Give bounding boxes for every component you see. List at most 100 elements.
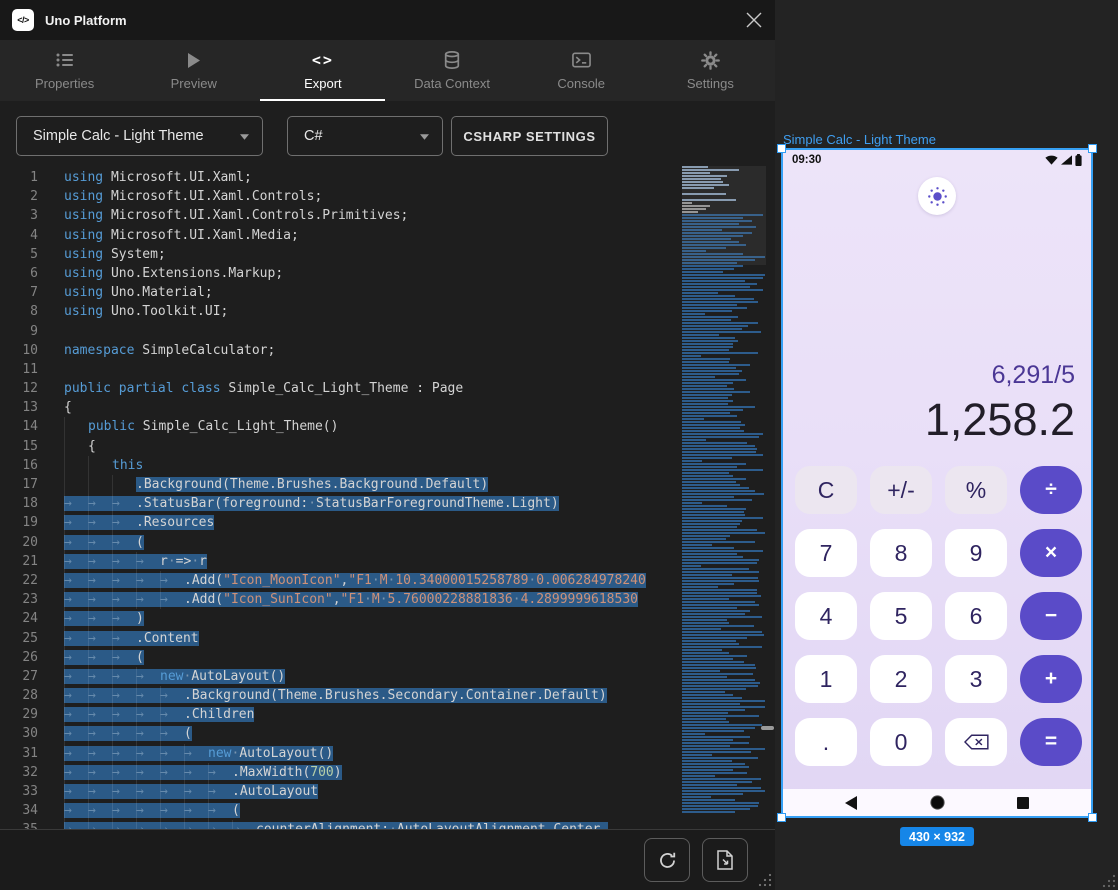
line-number: 30 bbox=[0, 724, 38, 743]
code-line[interactable]: 7using Uno.Material; bbox=[0, 283, 680, 302]
code-line[interactable]: 9 bbox=[0, 322, 680, 341]
key-−[interactable]: − bbox=[1020, 592, 1082, 640]
key-2[interactable]: 2 bbox=[870, 655, 932, 703]
code-line[interactable]: 25→→→.Content bbox=[0, 629, 680, 648]
code-line[interactable]: 20→→→( bbox=[0, 533, 680, 552]
code-line[interactable]: 24→→→) bbox=[0, 609, 680, 628]
key-6[interactable]: 6 bbox=[945, 592, 1007, 640]
tab-data-context[interactable]: Data Context bbox=[387, 40, 516, 101]
minimap-line bbox=[682, 769, 733, 771]
minimap-line bbox=[682, 478, 746, 480]
code-line[interactable]: 4using Microsoft.UI.Xaml.Media; bbox=[0, 226, 680, 245]
key-%[interactable]: % bbox=[945, 466, 1007, 514]
minimap-line bbox=[682, 367, 736, 369]
code-editor[interactable]: 1using Microsoft.UI.Xaml;2using Microsof… bbox=[0, 166, 775, 830]
minimap-line bbox=[682, 406, 755, 408]
key-3[interactable]: 3 bbox=[945, 655, 1007, 703]
key-4[interactable]: 4 bbox=[795, 592, 857, 640]
minimap-line bbox=[682, 481, 736, 483]
code-line[interactable]: 26→→→( bbox=[0, 648, 680, 667]
selection-handle-bottom-left[interactable] bbox=[777, 813, 786, 822]
code-line[interactable]: 2using Microsoft.UI.Xaml.Controls; bbox=[0, 187, 680, 206]
key-1[interactable]: 1 bbox=[795, 655, 857, 703]
selection-handle-bottom-right[interactable] bbox=[1088, 813, 1097, 822]
code-line[interactable]: 31→→→→→→new·AutoLayout() bbox=[0, 744, 680, 763]
code-line[interactable]: 32→→→→→→→.MaxWidth(700) bbox=[0, 763, 680, 782]
code-line[interactable]: 17.Background(Theme.Brushes.Background.D… bbox=[0, 475, 680, 494]
home-icon[interactable] bbox=[930, 795, 945, 810]
resize-grip-icon[interactable] bbox=[758, 873, 772, 887]
recents-icon[interactable] bbox=[1017, 797, 1029, 809]
refresh-button[interactable] bbox=[644, 838, 690, 882]
key-÷[interactable]: ÷ bbox=[1020, 466, 1082, 514]
key-C[interactable]: C bbox=[795, 466, 857, 514]
theme-dropdown[interactable]: Simple Calc - Light Theme bbox=[16, 116, 263, 156]
code-line[interactable]: 12public partial class Simple_Calc_Light… bbox=[0, 379, 680, 398]
selection-handle-top-right[interactable] bbox=[1088, 144, 1097, 153]
code-line[interactable]: 14public Simple_Calc_Light_Theme() bbox=[0, 417, 680, 436]
selection-handle-top-left[interactable] bbox=[777, 144, 786, 153]
back-icon[interactable] bbox=[845, 796, 857, 810]
minimap-line bbox=[682, 715, 759, 717]
code-line[interactable]: 35→→→→→→→→counterAlignment:·AutoLayoutAl… bbox=[0, 820, 680, 830]
key-.[interactable]: . bbox=[795, 718, 857, 766]
scrollbar-thumb[interactable] bbox=[761, 726, 774, 730]
sun-icon bbox=[927, 186, 948, 207]
key-+/-[interactable]: +/- bbox=[870, 466, 932, 514]
key-backspace[interactable] bbox=[945, 718, 1007, 766]
key-7[interactable]: 7 bbox=[795, 529, 857, 577]
code-line[interactable]: 3using Microsoft.UI.Xaml.Controls.Primit… bbox=[0, 206, 680, 225]
key-0[interactable]: 0 bbox=[870, 718, 932, 766]
key-8[interactable]: 8 bbox=[870, 529, 932, 577]
key-9[interactable]: 9 bbox=[945, 529, 1007, 577]
code-line[interactable]: 19→→→.Resources bbox=[0, 513, 680, 532]
code-line[interactable]: 30→→→→→( bbox=[0, 724, 680, 743]
phone-preview[interactable]: 09:30 6,291/5 1,258.2 C+/-%÷789×456−123+… bbox=[781, 148, 1093, 818]
tab-preview[interactable]: Preview bbox=[129, 40, 258, 101]
key-5[interactable]: 5 bbox=[870, 592, 932, 640]
code-line[interactable]: 5using System; bbox=[0, 245, 680, 264]
close-icon[interactable] bbox=[745, 11, 763, 29]
code-line[interactable]: 11 bbox=[0, 360, 680, 379]
csharp-settings-button[interactable]: CSHARP SETTINGS bbox=[451, 116, 608, 156]
minimap-line bbox=[682, 793, 743, 795]
theme-toggle-button[interactable] bbox=[918, 177, 956, 215]
code-line[interactable]: 33→→→→→→→.AutoLayout bbox=[0, 782, 680, 801]
code-line[interactable]: 16this bbox=[0, 456, 680, 475]
minimap-viewport[interactable] bbox=[682, 166, 766, 265]
key-+[interactable]: + bbox=[1020, 655, 1082, 703]
line-number: 1 bbox=[0, 168, 38, 187]
key-×[interactable]: × bbox=[1020, 529, 1082, 577]
tab-export[interactable]: <>Export bbox=[258, 40, 387, 101]
code-line[interactable]: 10namespace SimpleCalculator; bbox=[0, 341, 680, 360]
code-line[interactable]: 22→→→→→.Add("Icon_MoonIcon","F1·M·10.340… bbox=[0, 571, 680, 590]
minimap-line bbox=[682, 430, 744, 432]
code-line[interactable]: 1using Microsoft.UI.Xaml; bbox=[0, 168, 680, 187]
code-line[interactable]: 8using Uno.Toolkit.UI; bbox=[0, 302, 680, 321]
code-line[interactable]: 6using Uno.Extensions.Markup; bbox=[0, 264, 680, 283]
export-file-button[interactable] bbox=[702, 838, 748, 882]
code-line[interactable]: 23→→→→→.Add("Icon_SunIcon","F1·M·5.76000… bbox=[0, 590, 680, 609]
language-dropdown[interactable]: C# bbox=[287, 116, 443, 156]
tab-properties[interactable]: Properties bbox=[0, 40, 129, 101]
line-content: →→→) bbox=[64, 609, 144, 628]
minimap-line bbox=[682, 730, 744, 732]
code-line[interactable]: 29→→→→→.Children bbox=[0, 705, 680, 724]
resize-grip-icon[interactable] bbox=[1102, 874, 1116, 888]
code-line[interactable]: 18→→→.StatusBar(foreground:·StatusBarFor… bbox=[0, 494, 680, 513]
tab-console[interactable]: Console bbox=[517, 40, 646, 101]
line-number: 33 bbox=[0, 782, 38, 801]
line-number: 12 bbox=[0, 379, 38, 398]
code-line[interactable]: 21→→→→r·=>·r bbox=[0, 552, 680, 571]
code-line[interactable]: 28→→→→→.Background(Theme.Brushes.Seconda… bbox=[0, 686, 680, 705]
selected-element-label[interactable]: Simple Calc - Light Theme bbox=[783, 132, 936, 147]
minimap[interactable] bbox=[682, 166, 766, 830]
code-line[interactable]: 13{ bbox=[0, 398, 680, 417]
code-line[interactable]: 27→→→→new·AutoLayout() bbox=[0, 667, 680, 686]
key-=[interactable]: = bbox=[1020, 718, 1082, 766]
code-line[interactable]: 34→→→→→→→( bbox=[0, 801, 680, 820]
minimap-line bbox=[682, 544, 712, 546]
code-line[interactable]: 15{ bbox=[0, 437, 680, 456]
line-content: →→→→r·=>·r bbox=[64, 552, 207, 571]
tab-settings[interactable]: Settings bbox=[646, 40, 775, 101]
